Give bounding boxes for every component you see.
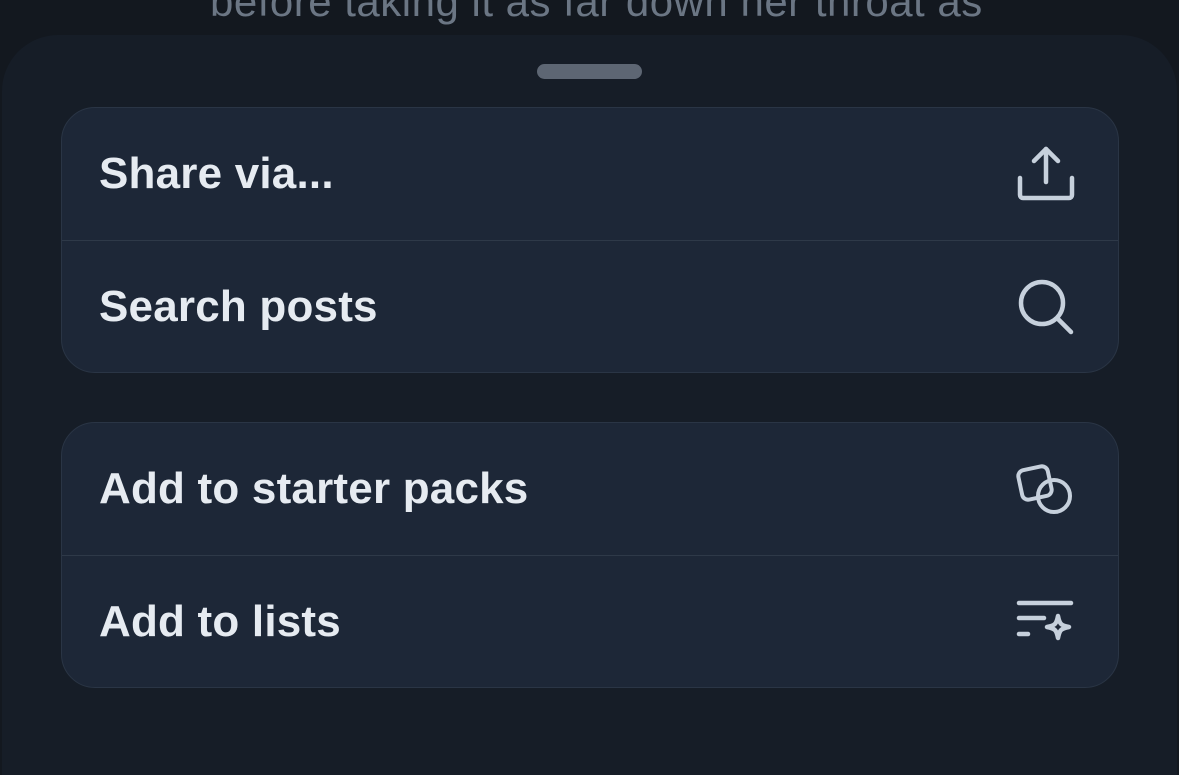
- add-to-starter-packs-button[interactable]: Add to starter packs: [62, 423, 1118, 555]
- search-icon: [1014, 275, 1078, 339]
- add-to-lists-label: Add to lists: [99, 596, 341, 646]
- add-to-lists-button[interactable]: Add to lists: [62, 555, 1118, 687]
- list-sparkle-icon: [1014, 590, 1078, 654]
- add-to-starter-packs-label: Add to starter packs: [99, 464, 529, 513]
- share-via-label: Share via...: [99, 149, 334, 198]
- search-posts-label: Search posts: [99, 281, 378, 331]
- starter-pack-icon: [1014, 457, 1078, 521]
- search-posts-button[interactable]: Search posts: [62, 240, 1118, 372]
- bottom-sheet: Share via... Search posts Add to starter…: [2, 35, 1177, 775]
- menu-group-share-search: Share via... Search posts: [61, 107, 1119, 373]
- background-post-text: before taking it as far down her throat …: [210, 0, 983, 25]
- share-via-button[interactable]: Share via...: [62, 108, 1118, 240]
- sheet-drag-handle[interactable]: [537, 64, 642, 79]
- menu-group-add: Add to starter packs Add to lists: [61, 422, 1119, 688]
- share-icon: [1014, 142, 1078, 206]
